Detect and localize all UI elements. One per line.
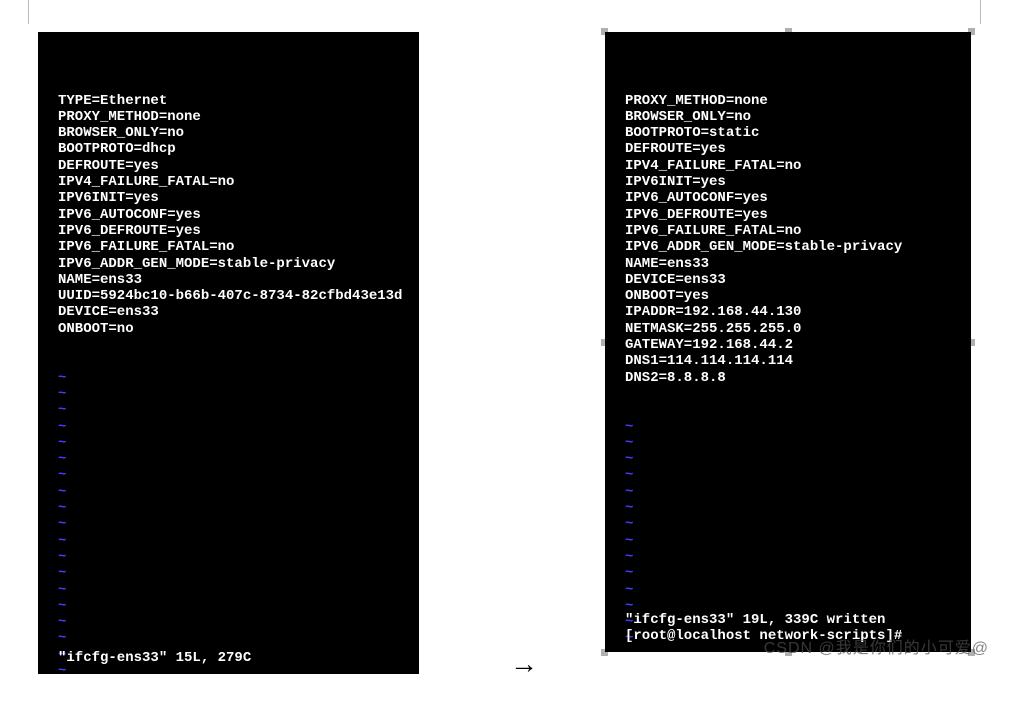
config-line: DEVICE=ens33 <box>625 272 959 288</box>
vim-tilde-line: ~ <box>625 451 959 467</box>
vim-tilde-line: ~ <box>58 516 407 532</box>
config-line: PROXY_METHOD=none <box>625 93 959 109</box>
config-line: ONBOOT=no <box>58 321 407 337</box>
terminal-right[interactable]: PROXY_METHOD=noneBROWSER_ONLY=noBOOTPROT… <box>605 32 971 652</box>
config-line: TYPE=Ethernet <box>58 93 407 109</box>
config-line: NAME=ens33 <box>58 272 407 288</box>
vim-tilde-line: ~ <box>625 435 959 451</box>
config-line: ONBOOT=yes <box>625 288 959 304</box>
config-line: IPV6_FAILURE_FATAL=no <box>58 239 407 255</box>
vim-tilde-line: ~ <box>625 484 959 500</box>
config-lines-right: PROXY_METHOD=noneBROWSER_ONLY=noBOOTPROT… <box>625 93 959 386</box>
vim-tilde-line: ~ <box>58 565 407 581</box>
vim-tilde-line: ~ <box>58 386 407 402</box>
vim-status-right-written: "ifcfg-ens33" 19L, 339C written <box>625 612 885 628</box>
terminal-left[interactable]: TYPE=EthernetPROXY_METHOD=noneBROWSER_ON… <box>38 32 419 674</box>
vim-tilde-line: ~ <box>625 516 959 532</box>
config-line: GATEWAY=192.168.44.2 <box>625 337 959 353</box>
config-line: IPV6_ADDR_GEN_MODE=stable-privacy <box>58 256 407 272</box>
vim-tilde-line: ~ <box>58 402 407 418</box>
vim-tilde-line: ~ <box>58 533 407 549</box>
config-line: BROWSER_ONLY=no <box>625 109 959 125</box>
vim-tilde-line: ~ <box>625 549 959 565</box>
config-line: IPV6_ADDR_GEN_MODE=stable-privacy <box>625 239 959 255</box>
config-line: IPV6INIT=yes <box>58 190 407 206</box>
vim-tilde-line: ~ <box>58 614 407 630</box>
content-area: TYPE=EthernetPROXY_METHOD=noneBROWSER_ON… <box>28 20 981 674</box>
tilde-lines-left: ~~~~~~~~~~~~~~~~~~~ <box>58 370 407 680</box>
vim-tilde-line: ~ <box>625 565 959 581</box>
config-line: BOOTPROTO=dhcp <box>58 141 407 157</box>
config-line: IPV4_FAILURE_FATAL=no <box>58 174 407 190</box>
config-line: NAME=ens33 <box>625 256 959 272</box>
vim-tilde-line: ~ <box>625 582 959 598</box>
config-line: IPV6_AUTOCONF=yes <box>625 190 959 206</box>
config-line: DNS2=8.8.8.8 <box>625 370 959 386</box>
vim-tilde-line: ~ <box>625 500 959 516</box>
config-line: DEFROUTE=yes <box>625 141 959 157</box>
config-line: BROWSER_ONLY=no <box>58 125 407 141</box>
vim-tilde-line: ~ <box>58 598 407 614</box>
config-line: IPV6_AUTOCONF=yes <box>58 207 407 223</box>
vim-tilde-line: ~ <box>58 419 407 435</box>
config-line: DNS1=114.114.114.114 <box>625 353 959 369</box>
vim-tilde-line: ~ <box>625 533 959 549</box>
vim-status-left: "ifcfg-ens33" 15L, 279C <box>58 650 251 666</box>
config-line: IPV6_DEFROUTE=yes <box>625 207 959 223</box>
vim-tilde-line: ~ <box>625 419 959 435</box>
config-line: BOOTPROTO=static <box>625 125 959 141</box>
vim-tilde-line: ~ <box>625 467 959 483</box>
config-line: PROXY_METHOD=none <box>58 109 407 125</box>
vim-tilde-line: ~ <box>58 630 407 646</box>
config-line: IPV6INIT=yes <box>625 174 959 190</box>
config-line: NETMASK=255.255.255.0 <box>625 321 959 337</box>
config-line: UUID=5924bc10-b66b-407c-8734-82cfbd43e13… <box>58 288 407 304</box>
vim-tilde-line: ~ <box>58 484 407 500</box>
left-terminal-wrapper: TYPE=EthernetPROXY_METHOD=noneBROWSER_ON… <box>38 32 419 674</box>
vim-tilde-line: ~ <box>58 549 407 565</box>
config-line: IPV6_FAILURE_FATAL=no <box>625 223 959 239</box>
arrow-icon: → <box>510 648 538 680</box>
vim-tilde-line: ~ <box>58 500 407 516</box>
vim-tilde-line: ~ <box>58 370 407 386</box>
right-terminal-wrapper: PROXY_METHOD=noneBROWSER_ONLY=noBOOTPROT… <box>605 32 971 652</box>
config-line: IPV6_DEFROUTE=yes <box>58 223 407 239</box>
shell-prompt-right: [root@localhost network-scripts]# <box>625 628 902 644</box>
config-lines-left: TYPE=EthernetPROXY_METHOD=noneBROWSER_ON… <box>58 93 407 337</box>
config-line: DEVICE=ens33 <box>58 304 407 320</box>
config-line: IPADDR=192.168.44.130 <box>625 304 959 320</box>
vim-tilde-line: ~ <box>58 582 407 598</box>
config-line: DEFROUTE=yes <box>58 158 407 174</box>
vim-tilde-line: ~ <box>58 467 407 483</box>
config-line: IPV4_FAILURE_FATAL=no <box>625 158 959 174</box>
vim-tilde-line: ~ <box>58 451 407 467</box>
vim-tilde-line: ~ <box>58 435 407 451</box>
